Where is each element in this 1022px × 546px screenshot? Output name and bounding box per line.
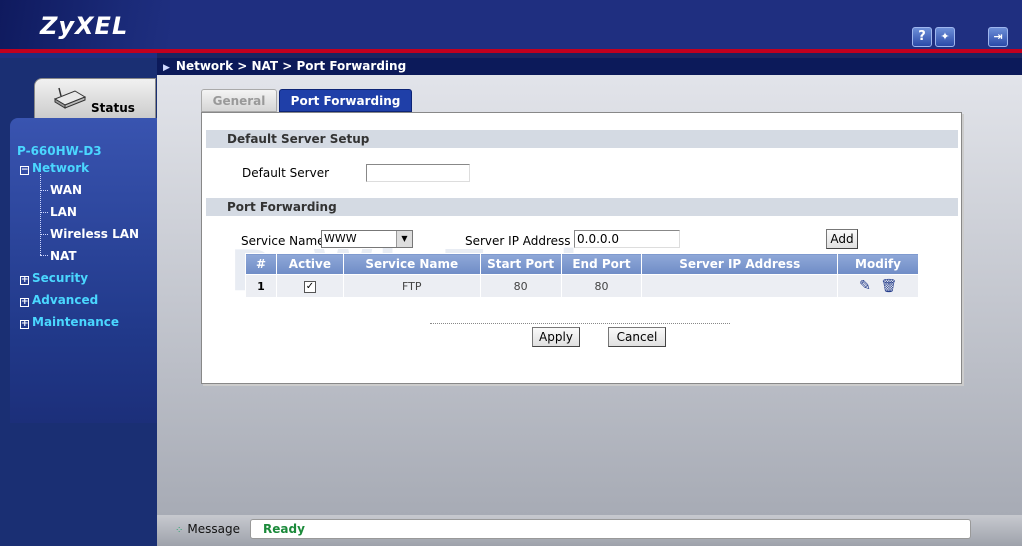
column-header: Service Name xyxy=(342,253,481,275)
help-icon[interactable]: ? xyxy=(912,27,932,47)
row-modify-cell: ✎ 🗑 xyxy=(837,274,919,298)
sidebar-item-label: Advanced xyxy=(32,293,99,307)
row-server-ip xyxy=(641,274,839,298)
section-port-forwarding: Port Forwarding xyxy=(206,198,958,216)
row-active-cell: ✓ xyxy=(275,274,344,298)
service-name-label: Service Name xyxy=(241,234,325,248)
tab-port-forwarding[interactable]: Port Forwarding xyxy=(279,89,412,112)
table-header-row: # Active Service Name Start Port End Por… xyxy=(245,253,919,275)
server-ip-label: Server IP Address xyxy=(465,234,571,248)
default-server-label: Default Server xyxy=(242,166,330,180)
message-icon: ⁘ xyxy=(175,525,184,536)
breadcrumb: ▶ Network > NAT > Port Forwarding xyxy=(157,58,1022,75)
main-content: General Port Forwarding PcWinTech.com De… xyxy=(157,75,1022,515)
model-name: P-660HW-D3 xyxy=(17,144,102,158)
column-header: Active xyxy=(275,253,344,275)
apply-button[interactable]: Apply xyxy=(532,327,580,347)
service-name-value: WWW xyxy=(324,232,357,245)
table-row: 1 ✓ FTP 80 80 ✎ 🗑 xyxy=(245,274,919,298)
tree-branch xyxy=(40,234,48,235)
wizard-icon[interactable]: ✦ xyxy=(935,27,955,47)
column-header: End Port xyxy=(560,253,643,275)
sidebar-item-security[interactable]: + Security xyxy=(20,271,88,285)
tab-general[interactable]: General xyxy=(201,89,277,112)
chevron-down-icon: ▼ xyxy=(396,231,412,247)
section-default-server: Default Server Setup xyxy=(206,130,958,148)
row-number: 1 xyxy=(245,274,277,298)
collapse-icon: − xyxy=(20,165,29,175)
row-end-port: 80 xyxy=(560,274,643,298)
tree-branch xyxy=(40,212,48,213)
server-ip-input[interactable]: 0.0.0.0 xyxy=(574,230,680,248)
message-label: Message xyxy=(187,522,240,536)
sidebar-item-label: Security xyxy=(32,271,89,285)
column-header: Modify xyxy=(837,253,919,275)
sidebar-item-advanced[interactable]: + Advanced xyxy=(20,293,98,307)
zyxel-logo: ZyXEL xyxy=(0,0,170,50)
sidebar-item-label: Maintenance xyxy=(32,315,120,329)
row-service-name: FTP xyxy=(342,274,481,298)
logout-icon[interactable]: ⇥ xyxy=(988,27,1008,47)
expand-icon: + xyxy=(20,297,29,307)
message-label-wrap: ⁘ Message xyxy=(175,522,240,536)
port-forwarding-table: # Active Service Name Start Port End Por… xyxy=(245,253,919,298)
cancel-button[interactable]: Cancel xyxy=(608,327,666,347)
breadcrumb-arrow-icon: ▶ xyxy=(163,63,170,73)
sidebar: Status P-660HW-D3 − Network WAN LAN Wirel… xyxy=(0,58,157,546)
expand-icon: + xyxy=(20,319,29,329)
sidebar-item-wireless-lan[interactable]: Wireless LAN xyxy=(50,227,139,241)
sidebar-item-network[interactable]: − Network xyxy=(20,161,89,175)
edit-icon[interactable]: ✎ xyxy=(859,278,871,294)
status-tab-label: Status xyxy=(91,101,135,115)
status-tab[interactable]: Status xyxy=(34,78,156,123)
breadcrumb-text: Network > NAT > Port Forwarding xyxy=(175,59,407,73)
sidebar-item-lan[interactable]: LAN xyxy=(50,205,77,219)
sidebar-item-label: Network xyxy=(32,161,90,175)
tree-connector xyxy=(40,174,41,255)
status-message: Ready xyxy=(250,519,971,539)
column-header: Server IP Address xyxy=(641,253,839,275)
settings-panel: PcWinTech.com Default Server Setup Defau… xyxy=(201,112,962,384)
expand-icon: + xyxy=(20,275,29,285)
sidebar-item-nat[interactable]: NAT xyxy=(50,249,77,263)
column-header: # xyxy=(245,253,277,275)
column-header: Start Port xyxy=(479,253,562,275)
nav-panel: P-660HW-D3 − Network WAN LAN Wireless LAN… xyxy=(10,118,157,423)
router-icon xyxy=(53,87,87,109)
sidebar-item-wan[interactable]: WAN xyxy=(50,183,82,197)
tree-branch xyxy=(40,190,48,191)
sidebar-item-maintenance[interactable]: + Maintenance xyxy=(20,315,119,329)
header-bar: ZyXEL ? ✦ ⇥ xyxy=(0,0,1022,58)
active-checkbox[interactable]: ✓ xyxy=(303,281,316,293)
row-start-port: 80 xyxy=(479,274,562,298)
delete-icon[interactable]: 🗑 xyxy=(880,279,897,294)
service-name-select[interactable]: WWW ▼ xyxy=(321,230,413,248)
logo-text: ZyXEL xyxy=(40,12,129,40)
status-bar: ⁘ Message Ready xyxy=(157,515,1022,546)
tree-branch xyxy=(40,255,48,256)
add-button[interactable]: Add xyxy=(826,229,858,249)
divider xyxy=(430,323,730,324)
default-server-input[interactable] xyxy=(366,164,470,182)
